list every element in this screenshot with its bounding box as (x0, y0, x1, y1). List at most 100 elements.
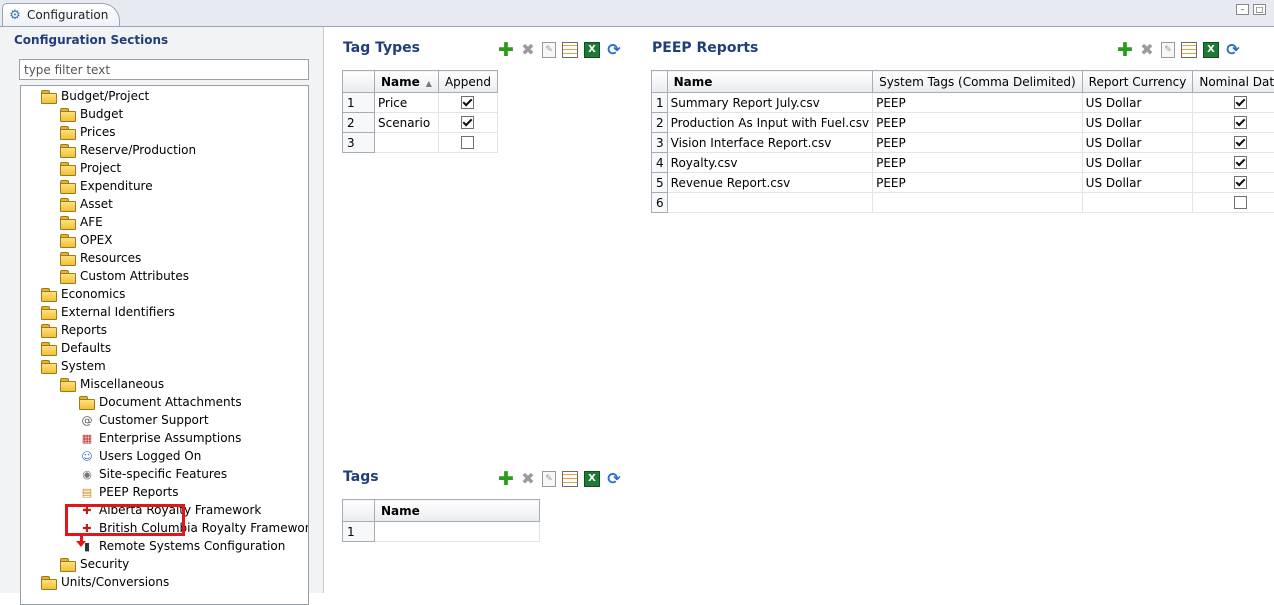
tree-item[interactable]: Reserve/Production (60, 141, 196, 159)
tree-item[interactable]: AFE (60, 213, 103, 231)
table-row[interactable]: 4Royalty.csvPEEPUS Dollar (652, 153, 1274, 173)
tree-item[interactable]: Reports (41, 321, 107, 339)
checkbox[interactable] (461, 136, 474, 149)
column-header-nominal-data[interactable]: Nominal Data (1193, 71, 1274, 93)
checkbox[interactable] (461, 96, 474, 109)
report-currency-cell[interactable]: US Dollar (1082, 173, 1193, 193)
table-row[interactable]: 1Summary Report July.csvPEEPUS Dollar (652, 93, 1274, 113)
tree-item[interactable]: Economics (41, 285, 125, 303)
system-tags-cell[interactable]: PEEP (873, 153, 1083, 173)
filter-input[interactable] (19, 59, 309, 80)
table-row[interactable]: 6 (652, 193, 1274, 213)
edit-icon[interactable]: ✎ (542, 471, 556, 487)
tree-item[interactable]: System (41, 357, 106, 375)
column-header-report-currency[interactable]: Report Currency (1082, 71, 1193, 93)
delete-icon[interactable]: ✖ (520, 471, 536, 487)
tree-item[interactable]: ▮Remote Systems Configuration (79, 537, 285, 555)
tree-item-label: Remote Systems Configuration (99, 539, 285, 553)
tree-item[interactable]: Units/Conversions (41, 573, 169, 591)
column-header-system-tags[interactable]: System Tags (Comma Delimited) (873, 71, 1083, 93)
sort-ascending-icon: ▲ (426, 79, 432, 88)
checkbox[interactable] (1234, 96, 1247, 109)
add-icon[interactable]: ✚ (498, 42, 514, 58)
checkbox[interactable] (1234, 176, 1247, 189)
tree-item[interactable]: Project (60, 159, 121, 177)
tree-item[interactable]: @Customer Support (79, 411, 209, 429)
tree-item[interactable]: OPEX (60, 231, 112, 249)
excel-icon[interactable]: X (584, 471, 600, 487)
system-tags-cell[interactable]: PEEP (873, 133, 1083, 153)
edit-icon[interactable]: ✎ (1161, 42, 1175, 58)
tree-item[interactable]: Budget (60, 105, 123, 123)
report-currency-cell[interactable]: US Dollar (1082, 93, 1193, 113)
tree-item[interactable]: ▤PEEP Reports (79, 483, 178, 501)
excel-icon[interactable]: X (1203, 42, 1219, 58)
checkbox-cell (1193, 113, 1274, 133)
report-currency-cell[interactable]: US Dollar (1082, 153, 1193, 173)
grid-icon[interactable] (562, 471, 578, 487)
checkbox[interactable] (1234, 156, 1247, 169)
table-row[interactable]: 5Revenue Report.csvPEEPUS Dollar (652, 173, 1274, 193)
checkbox[interactable] (461, 116, 474, 129)
tab-configuration[interactable]: ⚙ Configuration (2, 3, 120, 26)
column-header-name[interactable]: Name (667, 71, 872, 93)
tree-item[interactable]: External Identifiers (41, 303, 175, 321)
tree-item[interactable]: Resources (60, 249, 141, 267)
column-header-name[interactable]: Name▲ (375, 71, 439, 93)
checkbox[interactable] (1234, 116, 1247, 129)
tree-item[interactable]: Document Attachments (79, 393, 242, 411)
tree-item[interactable]: Budget/Project (41, 87, 149, 105)
system-tags-cell[interactable]: PEEP (873, 93, 1083, 113)
delete-icon[interactable]: ✖ (520, 42, 536, 58)
system-tags-cell[interactable] (873, 193, 1083, 213)
name-cell[interactable]: Price (375, 93, 439, 113)
checkbox[interactable] (1234, 136, 1247, 149)
table-row[interactable]: 3Vision Interface Report.csvPEEPUS Dolla… (652, 133, 1274, 153)
tree-item[interactable]: Miscellaneous (60, 375, 164, 393)
table-row[interactable]: 2Production As Input with Fuel.csvPEEPUS… (652, 113, 1274, 133)
name-cell[interactable]: Production As Input with Fuel.csv (667, 113, 872, 133)
name-cell[interactable]: Summary Report July.csv (667, 93, 872, 113)
tree-item[interactable]: Asset (60, 195, 113, 213)
system-tags-cell[interactable]: PEEP (873, 173, 1083, 193)
delete-icon[interactable]: ✖ (1139, 42, 1155, 58)
grid-icon[interactable] (562, 42, 578, 58)
table-row[interactable]: 2Scenario (343, 113, 498, 133)
refresh-icon[interactable]: ⟳ (606, 471, 622, 487)
report-currency-cell[interactable] (1082, 193, 1193, 213)
refresh-icon[interactable]: ⟳ (1225, 42, 1241, 58)
grid-icon[interactable] (1181, 42, 1197, 58)
tree-item[interactable]: Prices (60, 123, 116, 141)
excel-icon[interactable]: X (584, 42, 600, 58)
edit-icon[interactable]: ✎ (542, 42, 556, 58)
refresh-icon[interactable]: ⟳ (606, 42, 622, 58)
table-row[interactable]: 3 (343, 133, 498, 153)
name-cell[interactable] (667, 193, 872, 213)
tree-item[interactable]: ◉Site-specific Features (79, 465, 227, 483)
tree-item[interactable]: Custom Attributes (60, 267, 189, 285)
tree-item[interactable]: Security (60, 555, 129, 573)
tree-item[interactable]: ▦Enterprise Assumptions (79, 429, 241, 447)
name-cell[interactable]: Revenue Report.csv (667, 173, 872, 193)
table-row[interactable]: 1 (343, 522, 540, 542)
column-header-name[interactable]: Name (375, 500, 540, 522)
table-row[interactable]: 1Price (343, 93, 498, 113)
column-header-append[interactable]: Append (438, 71, 497, 93)
name-cell[interactable] (375, 133, 439, 153)
minimize-button[interactable]: – (1236, 4, 1249, 15)
tree-item[interactable]: Expenditure (60, 177, 153, 195)
maximize-button[interactable]: □ (1253, 4, 1266, 15)
name-cell[interactable]: Vision Interface Report.csv (667, 133, 872, 153)
name-cell[interactable]: Scenario (375, 113, 439, 133)
tree-item[interactable]: Defaults (41, 339, 111, 357)
name-cell[interactable] (375, 522, 540, 542)
report-currency-cell[interactable]: US Dollar (1082, 113, 1193, 133)
tree-item[interactable]: ☺Users Logged On (79, 447, 201, 465)
report-currency-cell[interactable]: US Dollar (1082, 133, 1193, 153)
add-icon[interactable]: ✚ (498, 471, 514, 487)
name-cell[interactable]: Royalty.csv (667, 153, 872, 173)
system-tags-cell[interactable]: PEEP (873, 113, 1083, 133)
checkbox[interactable] (1234, 196, 1247, 209)
tree-item-label: Prices (80, 125, 116, 139)
add-icon[interactable]: ✚ (1117, 42, 1133, 58)
